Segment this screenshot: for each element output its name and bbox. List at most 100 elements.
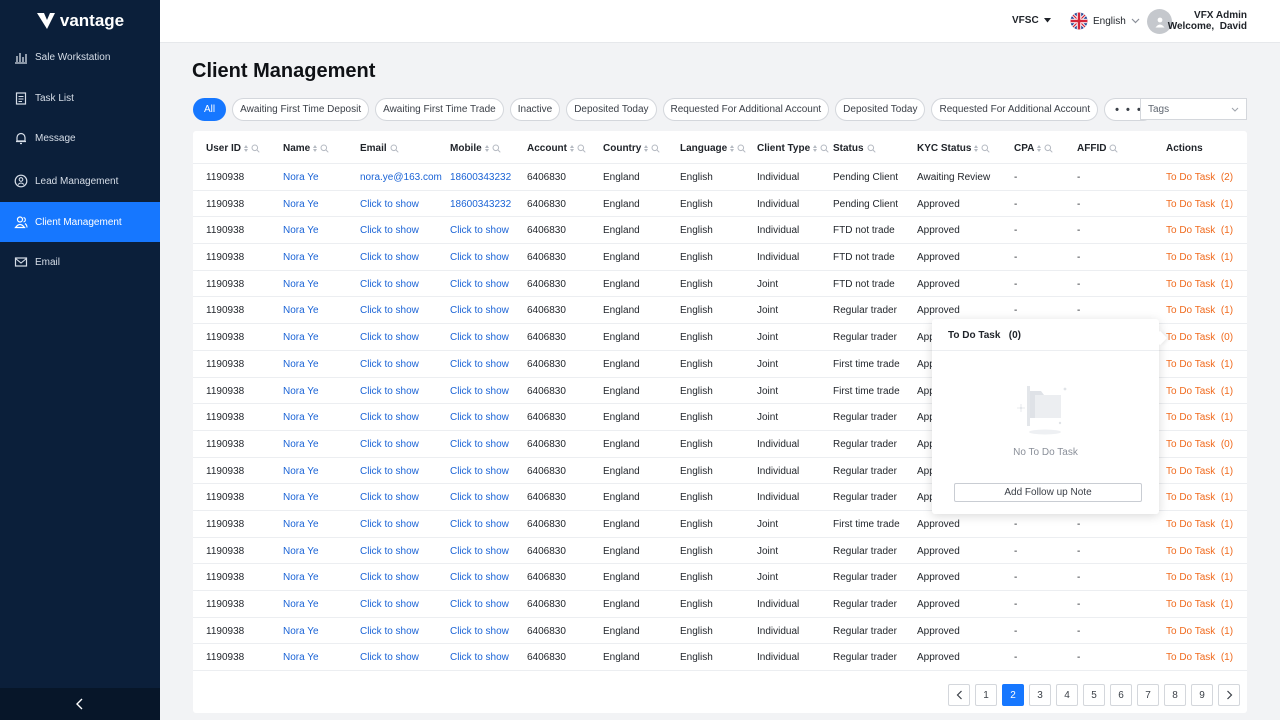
email-cell[interactable]: Click to show [360,466,419,477]
sidebar-item-message[interactable]: Message [0,118,160,158]
search-icon[interactable] [320,144,329,153]
search-icon[interactable] [1044,144,1054,153]
mobile-cell[interactable]: Click to show [450,332,509,343]
sort-icon[interactable] [974,145,979,152]
client-name-cell[interactable]: Nora Ye [283,225,319,236]
todo-task-link-cell[interactable]: To Do Task (1) [1166,492,1233,503]
client-name-cell[interactable]: Nora Ye [283,172,319,183]
add-follow-up-note-button[interactable]: Add Follow up Note [954,483,1142,502]
search-icon[interactable] [251,144,260,153]
sort-icon[interactable] [244,145,249,152]
filter-chip-additional-account[interactable]: Requested For Additional Account [931,98,1099,121]
filter-chip-deposited-today[interactable]: Deposited Today [566,98,657,121]
mobile-cell[interactable]: Click to show [450,626,509,637]
email-cell[interactable]: Click to show [360,359,419,370]
email-cell[interactable]: Click to show [360,305,419,316]
sort-icon[interactable] [570,145,574,152]
filter-chip-deposited-today[interactable]: Deposited Today [835,98,926,121]
email-cell[interactable]: Click to show [360,386,419,397]
todo-task-link-cell[interactable]: To Do Task (1) [1166,599,1233,610]
client-name-cell[interactable]: Nora Ye [283,546,319,557]
email-cell[interactable]: Click to show [360,599,419,610]
todo-task-link-cell[interactable]: To Do Task (1) [1166,279,1233,290]
todo-task-link-cell[interactable]: To Do Task (0) [1166,332,1233,343]
filter-chip-awaiting-ftd[interactable]: Awaiting First Time Deposit [232,98,370,121]
todo-task-link-cell[interactable]: To Do Task (1) [1166,386,1233,397]
search-icon[interactable] [867,144,876,153]
email-cell[interactable]: Click to show [360,252,419,263]
sidebar-item-sale-workstation[interactable]: Sale Workstation [0,37,160,77]
sort-icon[interactable] [1037,145,1042,152]
client-name-cell[interactable]: Nora Ye [283,279,319,290]
todo-task-link-cell[interactable]: To Do Task (1) [1166,572,1233,583]
client-name-cell[interactable]: Nora Ye [283,466,319,477]
email-cell[interactable]: Click to show [360,652,419,663]
todo-task-link-cell[interactable]: To Do Task (1) [1166,199,1233,210]
mobile-cell[interactable]: Click to show [450,252,509,263]
client-name-cell[interactable]: Nora Ye [283,519,319,530]
client-name-cell[interactable]: Nora Ye [283,252,319,263]
email-cell[interactable]: Click to show [360,332,419,343]
search-icon[interactable] [737,144,746,153]
client-name-cell[interactable]: Nora Ye [283,359,319,370]
filter-chip-inactive[interactable]: Inactive [509,98,561,121]
mobile-cell[interactable]: Click to show [450,546,509,557]
sidebar-item-task-list[interactable]: Task List [0,78,160,118]
mobile-cell[interactable]: Click to show [450,305,509,316]
sort-icon[interactable] [730,145,735,152]
sort-icon[interactable] [484,145,489,152]
search-icon[interactable] [651,144,660,153]
entity-dropdown[interactable]: VFSC [1012,15,1051,26]
next-page-button[interactable] [1218,684,1240,706]
todo-task-link-cell[interactable]: To Do Task (1) [1166,225,1233,236]
email-cell[interactable]: Click to show [360,279,419,290]
todo-task-link-cell[interactable]: To Do Task (1) [1166,652,1233,663]
todo-task-link-cell[interactable]: To Do Task (1) [1166,626,1233,637]
page-button[interactable]: 4 [1056,684,1078,706]
todo-task-link-cell[interactable]: To Do Task (1) [1166,466,1233,477]
client-name-cell[interactable]: Nora Ye [283,412,319,423]
mobile-cell[interactable]: Click to show [450,279,509,290]
client-name-cell[interactable]: Nora Ye [283,305,319,316]
filter-chip-additional-account[interactable]: Requested For Additional Account [662,98,830,121]
client-name-cell[interactable]: Nora Ye [283,626,319,637]
email-cell[interactable]: Click to show [360,572,419,583]
client-name-cell[interactable]: Nora Ye [283,332,319,343]
sidebar-collapse-button[interactable] [0,688,160,720]
mobile-cell[interactable]: Click to show [450,519,509,530]
mobile-cell[interactable]: Click to show [450,652,509,663]
sidebar-item-lead-management[interactable]: Lead Management [0,161,160,201]
todo-task-link-cell[interactable]: To Do Task (1) [1166,412,1233,423]
mobile-cell[interactable]: Click to show [450,225,509,236]
search-icon[interactable] [492,144,501,153]
client-name-cell[interactable]: Nora Ye [283,386,319,397]
email-cell[interactable]: Click to show [360,519,419,530]
client-name-cell[interactable]: Nora Ye [283,572,319,583]
client-name-cell[interactable]: Nora Ye [283,439,319,450]
todo-task-link-cell[interactable]: To Do Task (0) [1166,439,1233,450]
sort-icon[interactable] [644,145,649,152]
mobile-cell[interactable]: Click to show [450,386,509,397]
page-button[interactable]: 1 [975,684,997,706]
page-button[interactable]: 7 [1137,684,1159,706]
mobile-cell[interactable]: Click to show [450,412,509,423]
client-name-cell[interactable]: Nora Ye [283,492,319,503]
todo-task-link-cell[interactable]: To Do Task (1) [1166,519,1233,530]
mobile-cell[interactable]: Click to show [450,599,509,610]
tags-select[interactable]: Tags [1140,98,1247,120]
email-cell[interactable]: Click to show [360,439,419,450]
search-icon[interactable] [1109,144,1119,153]
client-name-cell[interactable]: Nora Ye [283,652,319,663]
email-cell[interactable]: nora.ye@163.com [360,172,442,183]
sort-icon[interactable] [313,145,318,152]
todo-task-link-cell[interactable]: To Do Task (2) [1166,172,1233,183]
search-icon[interactable] [577,144,586,153]
user-info[interactable]: VFX Admin Welcome, David [1168,10,1247,32]
mobile-cell[interactable]: Click to show [450,439,509,450]
page-button[interactable]: 8 [1164,684,1186,706]
sort-icon[interactable] [813,145,818,152]
sidebar-item-client-management[interactable]: Client Management [0,202,160,242]
filter-chip-awaiting-ftt[interactable]: Awaiting First Time Trade [375,98,504,121]
language-dropdown[interactable]: English [1070,12,1140,30]
prev-page-button[interactable] [948,684,970,706]
